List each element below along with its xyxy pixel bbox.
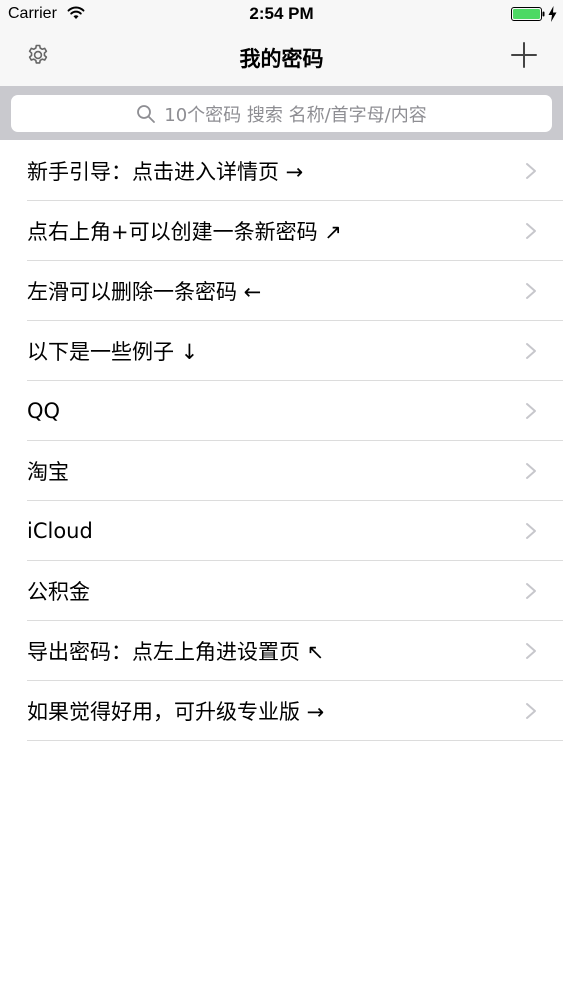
- list-item-label: 导出密码：点左上角进设置页 ↖: [27, 639, 325, 664]
- list-item-label: 新手引导：点击进入详情页 →: [27, 159, 304, 184]
- chevron-right-icon: [526, 403, 536, 419]
- chevron-right-icon: [526, 223, 536, 239]
- list-item-label: iCloud: [27, 518, 93, 543]
- list-item[interactable]: 以下是一些例子 ↓: [27, 321, 563, 381]
- list-item[interactable]: iCloud: [27, 501, 563, 561]
- list-item-label: 公积金: [27, 579, 90, 604]
- search-placeholder: 10个密码 搜索 名称/首字母/内容: [164, 104, 427, 126]
- password-list: 新手引导：点击进入详情页 → 点右上角+可以创建一条新密码 ↗ 左滑可以删除一条…: [0, 141, 563, 741]
- charging-bolt-icon: [548, 6, 557, 22]
- search-bar-container: 10个密码 搜索 名称/首字母/内容: [0, 86, 563, 140]
- list-item-label: 如果觉得好用，可升级专业版 →: [27, 699, 325, 724]
- list-item-label: 点右上角+可以创建一条新密码 ↗: [27, 219, 342, 244]
- status-bar: Carrier 2:54 PM: [0, 0, 563, 30]
- list-item-label: 左滑可以删除一条密码 ←: [27, 279, 262, 304]
- chevron-right-icon: [526, 643, 536, 659]
- app-screen: Carrier 2:54 PM 我的密码 10个密码 搜索 名称/首字母/内容 …: [0, 0, 563, 1000]
- navigation-bar: 我的密码: [0, 30, 563, 86]
- chevron-right-icon: [526, 163, 536, 179]
- chevron-right-icon: [526, 343, 536, 359]
- chevron-right-icon: [526, 583, 536, 599]
- list-item-label: QQ: [27, 398, 61, 423]
- list-item[interactable]: 左滑可以删除一条密码 ←: [27, 261, 563, 321]
- list-item[interactable]: 点右上角+可以创建一条新密码 ↗: [27, 201, 563, 261]
- search-input[interactable]: 10个密码 搜索 名称/首字母/内容: [11, 95, 552, 132]
- plus-icon[interactable]: [511, 42, 537, 68]
- list-item[interactable]: 淘宝: [27, 441, 563, 501]
- search-icon: [137, 104, 156, 123]
- status-time: 2:54 PM: [249, 4, 314, 23]
- page-title: 我的密码: [239, 47, 324, 71]
- chevron-right-icon: [526, 283, 536, 299]
- battery-full-icon: [511, 7, 545, 21]
- list-item[interactable]: 新手引导：点击进入详情页 →: [27, 141, 563, 201]
- list-item-label: 淘宝: [27, 459, 69, 484]
- list-item[interactable]: 公积金: [27, 561, 563, 621]
- list-item[interactable]: 导出密码：点左上角进设置页 ↖: [27, 621, 563, 681]
- chevron-right-icon: [526, 463, 536, 479]
- chevron-right-icon: [526, 703, 536, 719]
- chevron-right-icon: [526, 523, 536, 539]
- list-item[interactable]: QQ: [27, 381, 563, 441]
- list-item[interactable]: 如果觉得好用，可升级专业版 →: [27, 681, 563, 741]
- list-item-label: 以下是一些例子 ↓: [27, 339, 199, 364]
